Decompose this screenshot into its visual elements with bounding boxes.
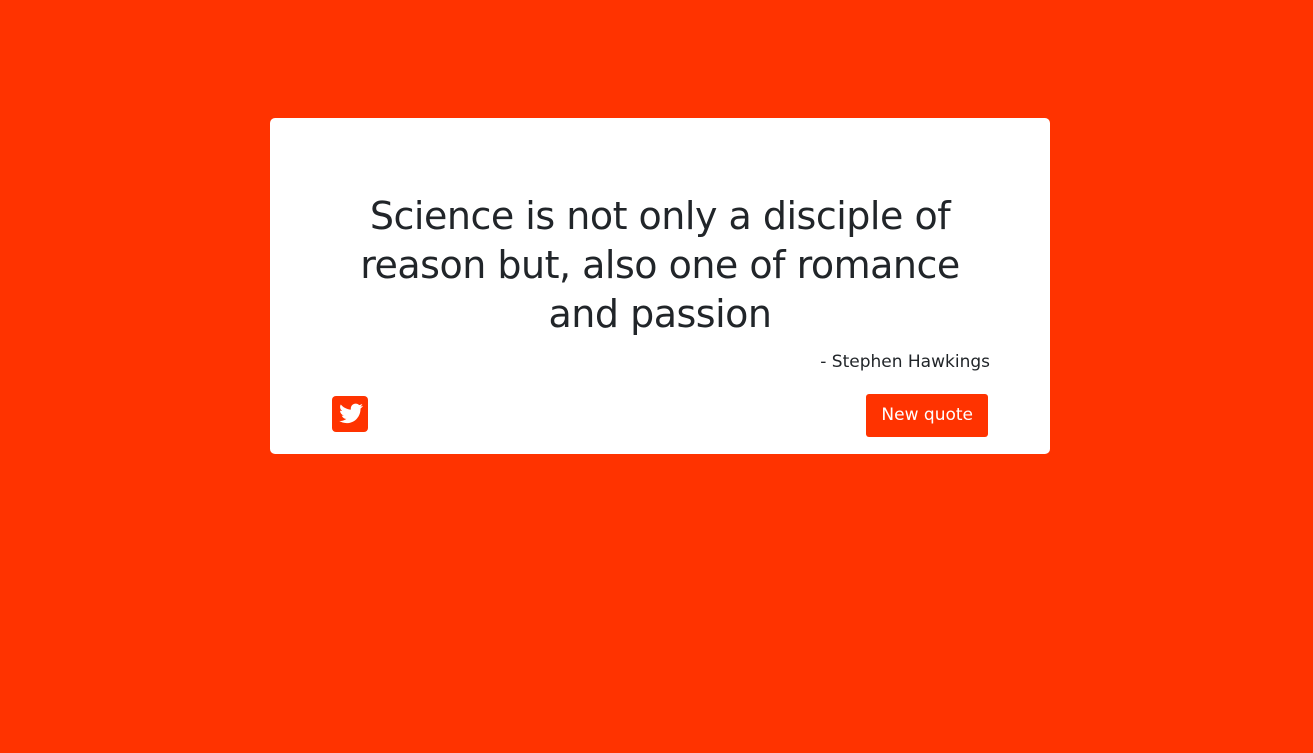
quote-card: Science is not only a disciple of reason… [270,118,1050,454]
quote-author: - Stephen Hawkings [820,352,990,372]
twitter-icon [332,394,368,434]
tweet-quote-button[interactable] [332,394,368,434]
new-quote-button[interactable]: New quote [866,394,988,437]
quote-text: Science is not only a disciple of reason… [360,194,960,336]
